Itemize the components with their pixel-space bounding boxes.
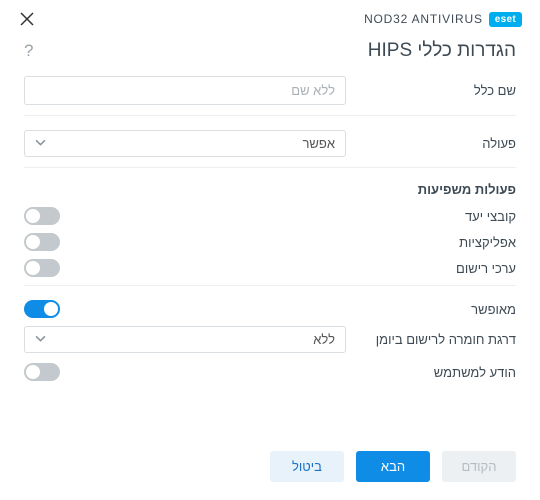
cancel-button[interactable]: ביטול: [270, 451, 344, 482]
registry-values-label: ערכי רישום: [366, 261, 516, 276]
previous-button: הקודם: [442, 451, 516, 482]
enabled-label: מאופשר: [366, 302, 516, 317]
divider: [24, 285, 516, 286]
page-title: הגדרות כללי HIPS: [368, 40, 516, 62]
notify-user-toggle[interactable]: [24, 363, 60, 381]
severity-select[interactable]: ללא: [24, 326, 346, 353]
enabled-toggle[interactable]: [24, 300, 60, 318]
action-label: פעולה: [366, 136, 516, 151]
rule-name-label: שם כלל: [366, 83, 516, 98]
chevron-down-icon: [35, 332, 46, 347]
divider: [24, 115, 516, 116]
brand-product: NOD32 ANTIVIRUS: [364, 12, 483, 26]
notify-user-label: הודע למשתמש: [366, 365, 516, 380]
help-button[interactable]: ?: [24, 41, 33, 61]
action-select[interactable]: אפשר: [24, 130, 346, 157]
severity-label: דרגת חומרה לרישום ביומן: [366, 332, 516, 347]
rule-name-input[interactable]: [24, 76, 346, 105]
affecting-ops-title: פעולות משפיעות: [24, 182, 516, 197]
severity-value: ללא: [46, 332, 335, 347]
applications-toggle[interactable]: [24, 233, 60, 251]
action-value: אפשר: [46, 136, 335, 151]
target-files-label: קובצי יעד: [366, 209, 516, 224]
close-button[interactable]: [18, 10, 36, 28]
divider: [24, 167, 516, 168]
registry-values-toggle[interactable]: [24, 259, 60, 277]
applications-label: אפליקציות: [366, 235, 516, 250]
brand-badge: eset: [489, 12, 522, 27]
brand: eset NOD32 ANTIVIRUS: [364, 12, 522, 27]
next-button[interactable]: הבא: [356, 451, 430, 482]
target-files-toggle[interactable]: [24, 207, 60, 225]
chevron-down-icon: [35, 136, 46, 151]
close-icon: [20, 12, 34, 26]
